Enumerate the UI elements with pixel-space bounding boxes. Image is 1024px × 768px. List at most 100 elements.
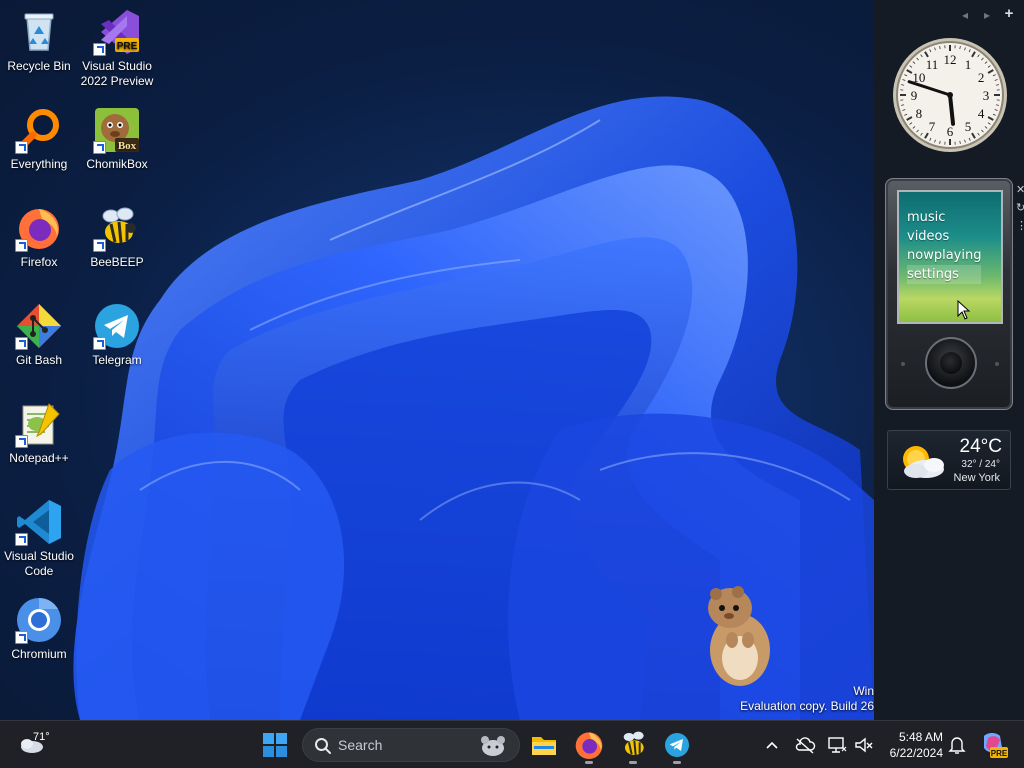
desktop-icon-label: ChomikBox [86,157,148,171]
recycle-bin-icon [24,13,54,51]
sidebar-prev-button[interactable]: ◂ [958,8,972,22]
taskbar-time: 5:48 AM [898,730,943,744]
telegram-icon [665,733,689,757]
sidebar-controls: ◂ ▸ + [958,6,1016,22]
shortcut-arrow-icon [93,239,106,252]
shortcut-arrow-icon [15,533,28,546]
clock-numeral: 5 [965,119,972,134]
copilot-badge-text: PRE [991,749,1008,758]
clock-numeral: 3 [983,88,990,103]
taskbar-firefox[interactable] [573,729,605,764]
zune-player-gadget[interactable]: music videos nowplaying settings [885,178,1013,410]
shortcut-arrow-icon [15,239,28,252]
box-badge-text: Box [118,140,137,152]
zune-back-dot[interactable] [901,362,905,366]
taskbar-search-box[interactable]: Search [302,728,520,762]
desktop-icon-visual-studio-preview[interactable]: PRE Visual Studio 2022 Preview [78,8,156,89]
evaluation-watermark: Win Evaluation copy. Build 26 [740,684,874,714]
gadget-sidebar: ◂ ▸ + 12 1 2 3 4 5 6 7 8 9 10 11 music videos nowpl… [874,0,1024,720]
search-placeholder: Search [338,737,383,753]
running-indicator [629,761,637,764]
zune-screen: music videos nowplaying settings [897,190,1003,324]
desktop-icon-everything[interactable]: Everything [0,106,78,172]
desktop-icon-beebeep[interactable]: BeeBEEP [78,204,156,270]
chevron-up-icon[interactable] [765,733,779,757]
gadget-drag-handle-icon[interactable]: ⋮ [1016,217,1024,235]
desktop-icon-label: Notepad++ [9,451,69,465]
shortcut-arrow-icon [15,631,28,644]
clock-numeral: 9 [911,88,918,103]
watermark-line-2: Evaluation copy. Build 26 [740,699,874,713]
search-highlight-icon [481,736,505,756]
beebeep-icon [623,731,644,756]
hamster-desktop-pet[interactable] [700,580,780,690]
taskbar-clock[interactable]: 5:48 AM 6/22/2024 [877,729,943,761]
desktop-icon-telegram[interactable]: Telegram [78,302,156,368]
zune-control-wheel[interactable] [925,337,977,389]
zune-menu-item-settings[interactable]: settings [907,265,982,284]
zune-menu: music videos nowplaying settings [907,208,982,284]
shortcut-arrow-icon [15,435,28,448]
desktop-icon-chomikbox[interactable]: Box ChomikBox [78,106,156,172]
desktop-icon-vscode[interactable]: Visual Studio Code [0,498,78,579]
weather-city: New York [953,472,1000,484]
shortcut-arrow-icon [93,43,106,56]
zune-menu-item-nowplaying[interactable]: nowplaying [907,246,981,265]
desktop-icon-label: Git Bash [15,353,63,367]
watermark-line-1: Win [853,684,874,698]
gadget-close-icon[interactable]: ✕ [1016,181,1024,199]
desktop-icon-label: Visual Studio 2022 Preview [80,59,154,88]
desktop-icon-label: Firefox [20,255,58,269]
taskbar-telegram[interactable] [661,729,693,764]
add-gadget-button[interactable]: + [1002,6,1016,22]
clock-numeral: 6 [947,124,954,139]
pre-badge-text: PRE [117,41,138,52]
taskbar-weather-widget[interactable]: 71° [16,729,56,761]
notification-bell-icon[interactable] [947,733,967,757]
desktop[interactable]: Recycle Bin PRE Visual Studio 2022 Previ… [0,0,874,720]
taskbar-file-explorer[interactable] [528,729,560,761]
running-indicator [585,761,593,764]
weather-gadget[interactable]: 24°C 32° / 24° New York [887,430,1011,490]
shortcut-arrow-icon [15,337,28,350]
mouse-cursor-icon [957,300,971,320]
partly-cloudy-icon [903,446,944,478]
shortcut-arrow-icon [15,141,28,154]
folder-icon [532,737,556,755]
gadget-side-controls: ✕ ↻ ⋮ [1016,181,1024,239]
desktop-icon-git-bash[interactable]: Git Bash [0,302,78,368]
desktop-icon-label: Chromium [11,647,67,661]
clock-numeral: 11 [926,57,939,72]
start-button[interactable] [263,733,287,757]
desktop-icon-firefox[interactable]: Firefox [0,204,78,270]
desktop-icon-label: Recycle Bin [7,59,71,73]
zune-menu-item-music[interactable]: music [907,208,981,227]
weather-range: 32° / 24° [961,459,1000,470]
weather-temperature: 24°C [959,436,1002,457]
shortcut-arrow-icon [93,141,106,154]
gadget-options-icon[interactable]: ↻ [1016,199,1024,217]
volume-muted-icon[interactable] [853,733,875,757]
taskbar: 71° Search 5:48 AM 6/22/2024 PRE [0,720,1024,768]
firefox-icon [575,732,603,759]
clock-numeral: 8 [916,106,923,121]
sidebar-next-button[interactable]: ▸ [980,8,994,22]
clock-numeral: 12 [944,52,957,67]
desktop-icon-label: Visual Studio Code [4,549,74,578]
running-indicator [673,761,681,764]
clock-numeral: 2 [978,70,985,85]
desktop-icon-label: Telegram [92,353,142,367]
desktop-icon-label: BeeBEEP [90,255,144,269]
taskbar-date: 6/22/2024 [889,746,943,760]
desktop-icon-chromium[interactable]: Chromium [0,596,78,662]
zune-play-dot[interactable] [995,362,999,366]
desktop-icon-recycle-bin[interactable]: Recycle Bin [0,8,78,74]
zune-menu-item-videos[interactable]: videos [907,227,981,246]
copilot-preview-icon[interactable]: PRE [978,730,1008,760]
clock-gadget[interactable]: 12 1234567891011 [891,36,1009,154]
desktop-icon-label: Everything [10,157,68,171]
network-icon[interactable] [826,733,848,757]
desktop-icon-notepad-plus-plus[interactable]: Notepad++ [0,400,78,466]
taskbar-beebeep[interactable] [617,729,649,764]
onedrive-off-icon[interactable] [794,733,816,757]
